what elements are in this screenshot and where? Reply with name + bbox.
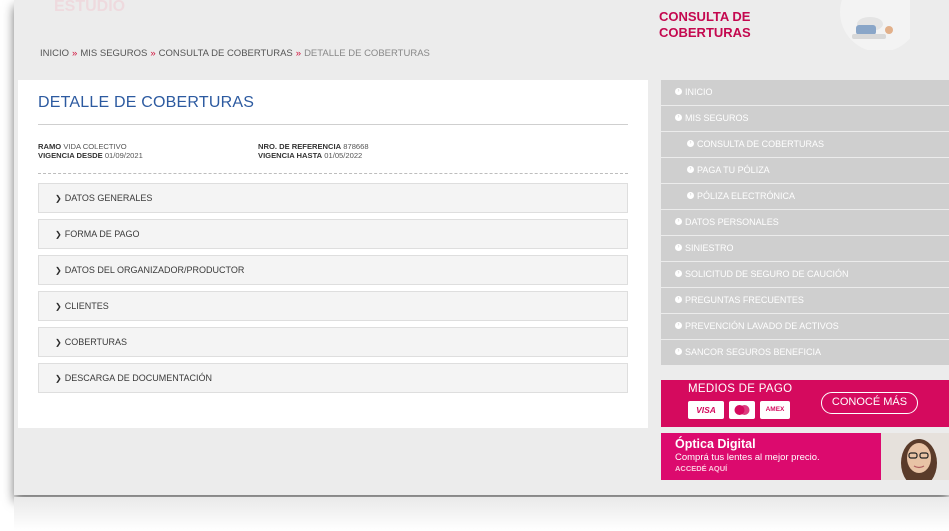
accordion-label: DATOS GENERALES: [64, 193, 153, 203]
chevron-right-icon: ›: [675, 88, 682, 96]
referencia-value: 878668: [343, 142, 369, 151]
sidebar-item-datos-personales[interactable]: › DATOS PERSONALES: [661, 210, 949, 235]
banner-title: Óptica Digital: [675, 437, 756, 451]
sidebar-item-label: MIS SEGUROS: [685, 113, 749, 123]
sidebar-item-sancor-beneficia[interactable]: › SANCOR SEGUROS BENEFICIA: [661, 340, 949, 365]
header-title: CONSULTA DE COBERTURAS: [659, 9, 751, 40]
vigencia-hasta-value: 01/05/2022: [324, 151, 363, 160]
chevron-right-icon: ›: [687, 140, 694, 148]
sidebar-item-poliza-electronica[interactable]: › PÓLIZA ELECTRÓNICA: [661, 184, 949, 209]
ramo-label: RAMO: [38, 142, 62, 151]
ramo-info: RAMO VIDA COLECTIVO VIGENCIA DESDE 01/09…: [38, 142, 143, 160]
vigencia-desde-value: 01/09/2021: [104, 151, 143, 160]
sidebar-item-inicio[interactable]: › INICIO: [661, 80, 949, 105]
sidebar-menu: › INICIO › MIS SEGUROS › CONSULTA DE COBERT…: [661, 80, 949, 366]
accede-aqui-link[interactable]: ACCEDÉ AQUÍ: [675, 464, 727, 473]
banner-subtitle: Comprá tus lentes al mejor precio.: [675, 452, 820, 463]
vigencia-desde-label: VIGENCIA DESDE: [38, 151, 103, 160]
mastercard-card-icon: [729, 401, 755, 419]
sidebar-item-label: PAGA TU PÓLIZA: [697, 165, 770, 175]
page-bottom-shadow: [14, 497, 949, 531]
vigencia-hasta-label: VIGENCIA HASTA: [258, 151, 323, 160]
sidebar-item-paga-tu-poliza[interactable]: › PAGA TU PÓLIZA: [661, 158, 949, 183]
sidebar-item-label: DATOS PERSONALES: [685, 217, 779, 227]
chevron-down-icon: ❯: [55, 374, 62, 383]
person-photo: [881, 433, 949, 480]
sidebar-item-label: PREGUNTAS FRECUENTES: [685, 295, 804, 305]
chevron-down-icon: ❯: [55, 266, 62, 275]
referencia-label: NRO. DE REFERENCIA: [258, 142, 342, 151]
accordion-label: DESCARGA DE DOCUMENTACIÓN: [64, 373, 213, 383]
sidebar-item-label: SANCOR SEGUROS BENEFICIA: [685, 347, 822, 357]
accordion-clientes[interactable]: ❯ CLIENTES: [38, 291, 628, 321]
breadcrumb-separator: »: [72, 48, 78, 59]
medios-de-pago-banner[interactable]: MEDIOS DE PAGO VISA AMEX CONOCÉ MÁS: [661, 380, 949, 427]
sidebar-item-label: CONSULTA DE COBERTURAS: [697, 139, 825, 149]
accordion-forma-de-pago[interactable]: ❯ FORMA DE PAGO: [38, 219, 628, 249]
breadcrumb-separator: »: [150, 48, 156, 59]
accordion-label: FORMA DE PAGO: [64, 229, 140, 239]
chevron-right-icon: ›: [675, 218, 682, 226]
chevron-right-icon: ›: [687, 166, 694, 174]
chevron-right-icon: ›: [687, 192, 694, 200]
header-illustration: [840, 0, 910, 50]
accordion-datos-generales[interactable]: ❯ DATOS GENERALES: [38, 183, 628, 213]
accordion-descarga-documentacion[interactable]: ❯ DESCARGA DE DOCUMENTACIÓN: [38, 363, 628, 393]
accordion-coberturas[interactable]: ❯ COBERTURAS: [38, 327, 628, 357]
sidebar-item-label: SINIESTRO: [685, 243, 734, 253]
breadcrumb: INICIO» MIS SEGUROS» CONSULTA DE COBERTURA…: [40, 48, 430, 59]
optica-digital-banner[interactable]: Óptica Digital Comprá tus lentes al mejo…: [661, 433, 949, 480]
chevron-right-icon: ›: [675, 348, 682, 356]
sidebar-item-label: PÓLIZA ELECTRÓNICA: [697, 191, 796, 201]
sidebar-item-siniestro[interactable]: › SINIESTRO: [661, 236, 949, 261]
referencia-info: NRO. DE REFERENCIA 878668 VIGENCIA HASTA…: [258, 142, 369, 160]
chevron-right-icon: ›: [675, 114, 682, 122]
conoce-mas-button[interactable]: CONOCÉ MÁS: [821, 392, 918, 414]
chevron-right-icon: ›: [675, 296, 682, 304]
breadcrumb-mis-seguros[interactable]: MIS SEGUROS: [80, 48, 147, 59]
chevron-right-icon: ›: [675, 322, 682, 330]
chevron-down-icon: ❯: [55, 194, 62, 203]
ramo-value: VIDA COLECTIVO: [63, 142, 127, 151]
page-title: DETALLE DE COBERTURAS: [38, 94, 255, 111]
logo: ESTUDIO: [54, 0, 126, 15]
detail-panel: DETALLE DE COBERTURAS RAMO VIDA COLECTIV…: [18, 80, 648, 428]
chevron-down-icon: ❯: [55, 338, 62, 347]
chevron-right-icon: ›: [675, 270, 682, 278]
breadcrumb-separator: »: [295, 48, 302, 59]
sidebar-item-lavado-activos[interactable]: › PREVENCIÓN LAVADO DE ACTIVOS: [661, 314, 949, 339]
breadcrumb-consulta-coberturas[interactable]: CONSULTA DE COBERTURAS: [159, 48, 293, 59]
breadcrumb-inicio[interactable]: INICIO: [40, 48, 69, 59]
sidebar-item-mis-seguros[interactable]: › MIS SEGUROS: [661, 106, 949, 131]
banner-title: MEDIOS DE PAGO: [688, 383, 793, 395]
sidebar-item-seguro-caucion[interactable]: › SOLICITUD DE SEGURO DE CAUCIÓN: [661, 262, 949, 287]
divider: [38, 173, 628, 174]
page-frame: ESTUDIO INICIO» MIS SEGUROS» CONSULTA DE C…: [14, 0, 949, 495]
sidebar-item-label: INICIO: [685, 87, 713, 97]
accordion-organizador-productor[interactable]: ❯ DATOS DEL ORGANIZADOR/PRODUCTOR: [38, 255, 628, 285]
divider: [38, 124, 628, 125]
breadcrumb-current: DETALLE DE COBERTURAS: [304, 48, 430, 59]
amex-card-icon: AMEX: [760, 401, 790, 419]
accordion-label: COBERTURAS: [64, 337, 128, 347]
sidebar-item-label: SOLICITUD DE SEGURO DE CAUCIÓN: [685, 269, 849, 279]
chevron-down-icon: ❯: [55, 302, 62, 311]
accordion-label: CLIENTES: [64, 301, 109, 311]
accordion-label: DATOS DEL ORGANIZADOR/PRODUCTOR: [64, 265, 245, 275]
sidebar-item-consulta-coberturas[interactable]: › CONSULTA DE COBERTURAS: [661, 132, 949, 157]
sidebar-item-preguntas-frecuentes[interactable]: › PREGUNTAS FRECUENTES: [661, 288, 949, 313]
visa-card-icon: VISA: [688, 401, 724, 419]
chevron-right-icon: ›: [675, 244, 682, 252]
sidebar-item-label: PREVENCIÓN LAVADO DE ACTIVOS: [685, 321, 839, 331]
chevron-down-icon: ❯: [55, 230, 62, 239]
